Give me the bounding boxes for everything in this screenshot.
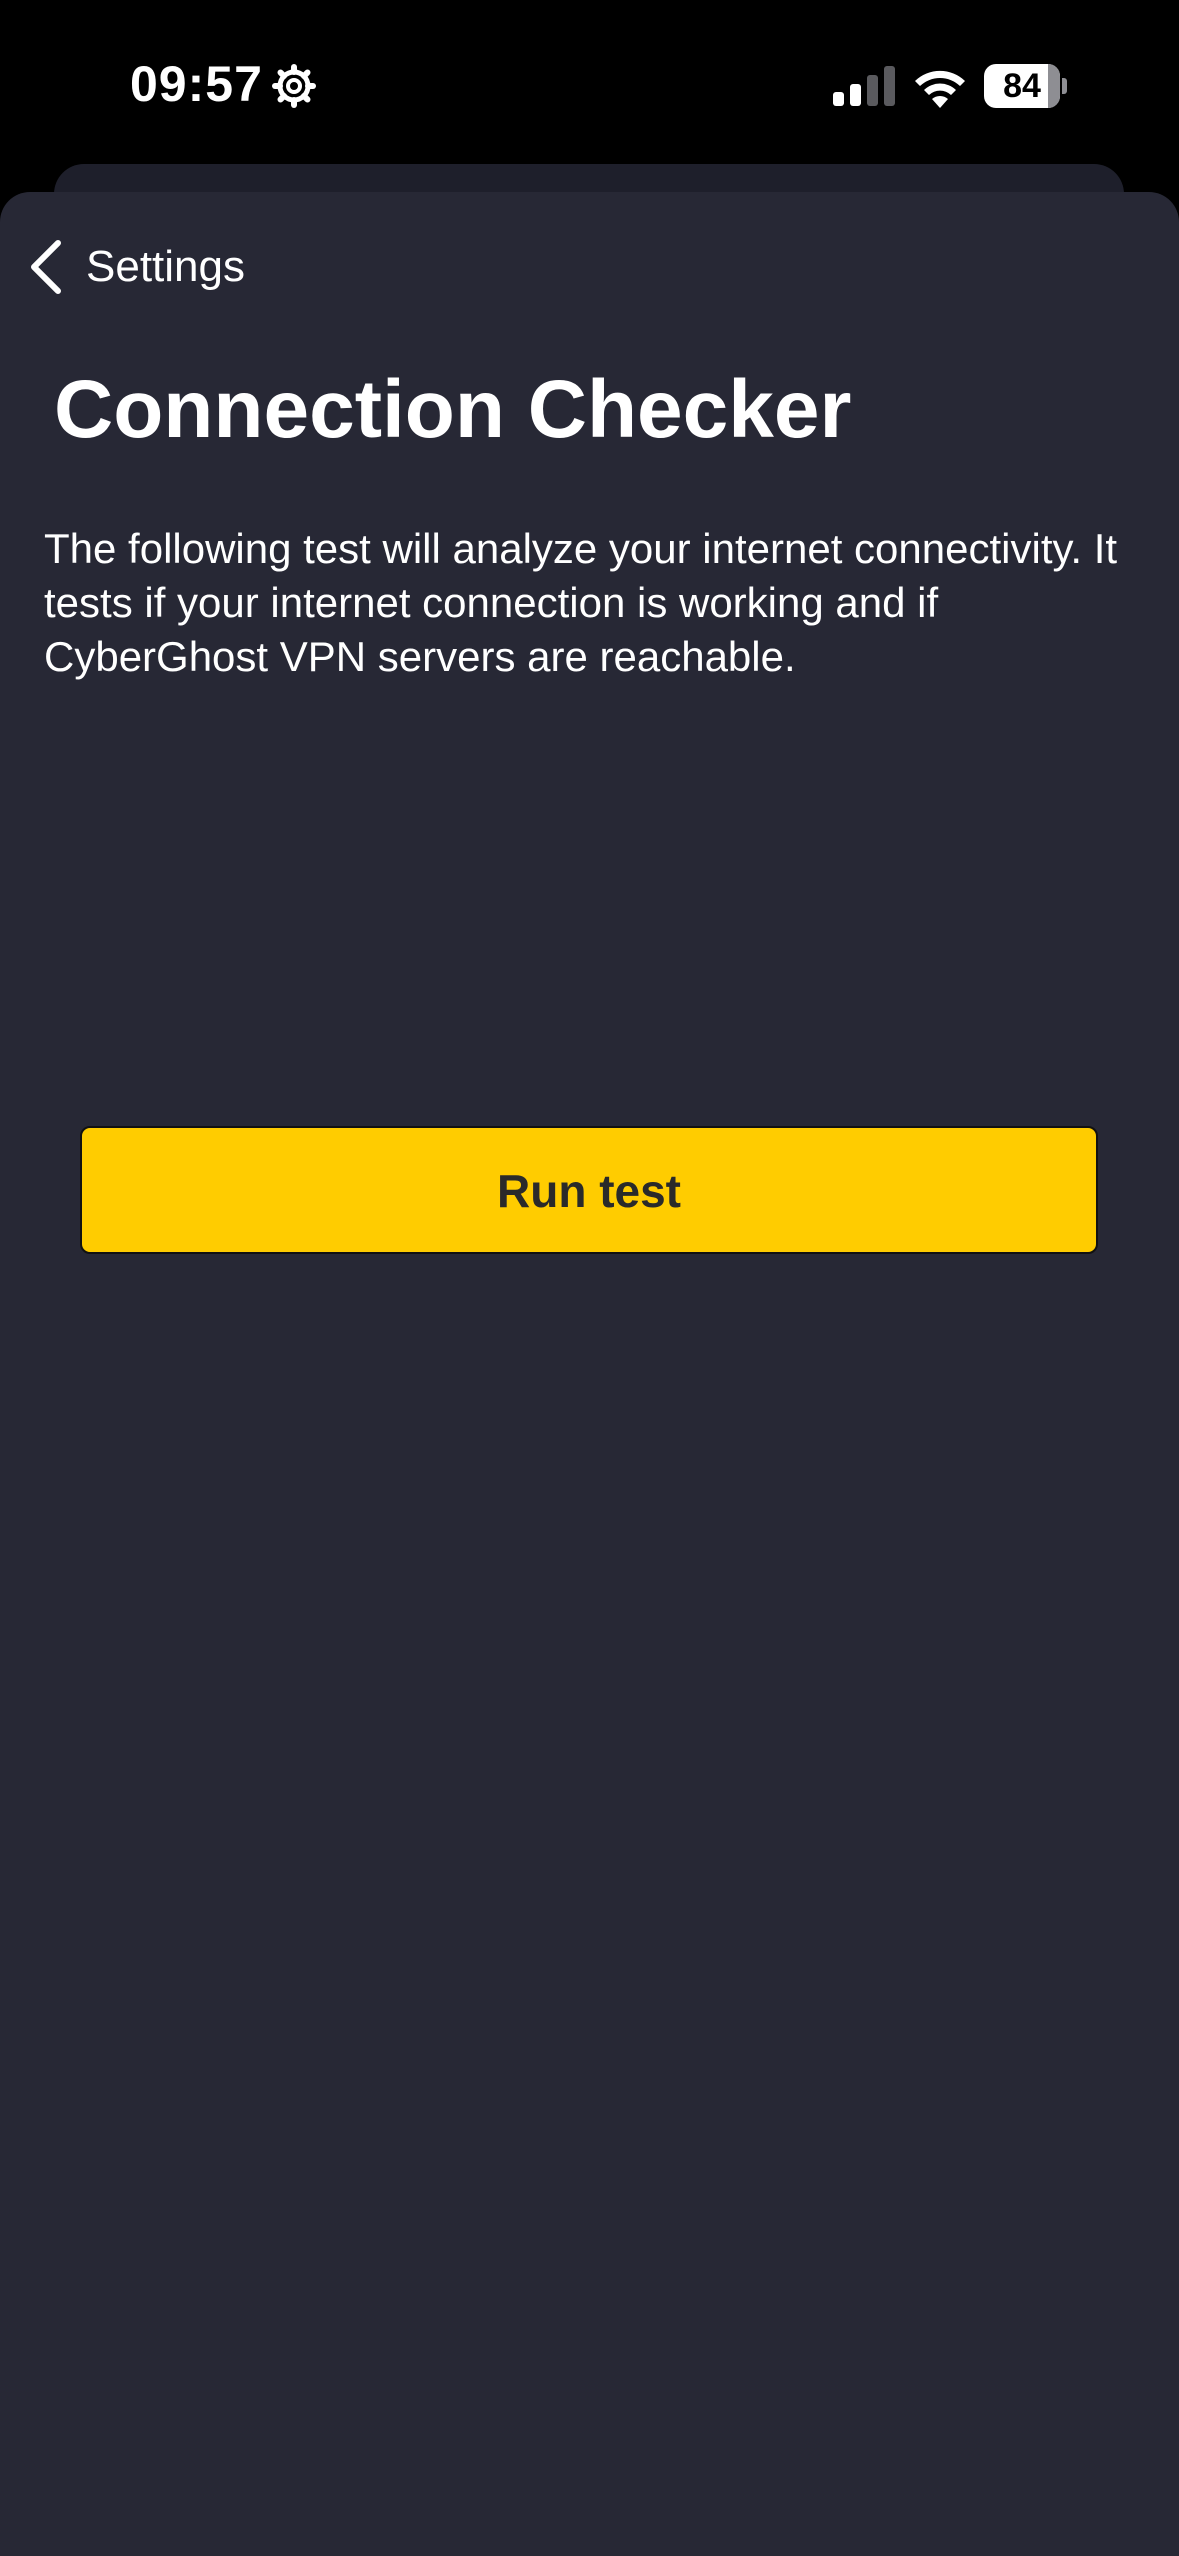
status-bar: 09:57 84 <box>0 0 1179 170</box>
wifi-icon <box>915 70 965 108</box>
status-time: 09:57 <box>130 56 263 112</box>
back-label: Settings <box>86 242 245 291</box>
battery-level: 84 <box>1003 67 1041 105</box>
cellular-signal-icon <box>833 66 895 106</box>
back-to-settings-button[interactable]: Settings <box>28 232 245 302</box>
gear-icon <box>272 64 316 108</box>
app-screen: 09:57 84 Settings Connection Checker The… <box>0 0 1179 2556</box>
page-title: Connection Checker <box>54 364 852 455</box>
battery-icon: 84 <box>984 64 1068 108</box>
chevron-left-icon <box>31 240 61 294</box>
run-test-button[interactable]: Run test <box>80 1126 1098 1254</box>
battery-body: 84 <box>984 64 1060 108</box>
description-text: The following test will analyze your int… <box>44 525 1118 680</box>
battery-tip <box>1062 78 1067 94</box>
